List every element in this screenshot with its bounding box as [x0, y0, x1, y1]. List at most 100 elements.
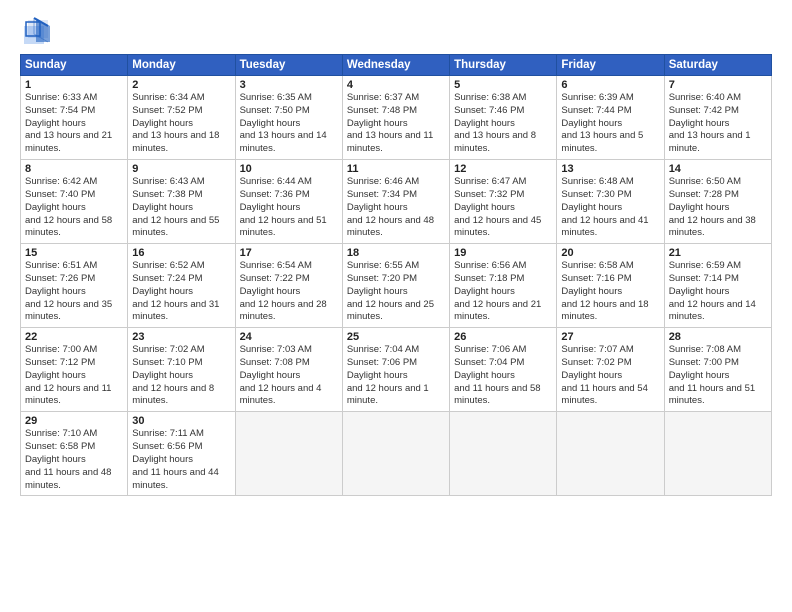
calendar-day: 25 Sunrise: 7:04 AM Sunset: 7:06 PM Dayl…: [342, 328, 449, 412]
day-info: Sunrise: 6:40 AM Sunset: 7:42 PM Dayligh…: [669, 92, 767, 156]
calendar-day: 3 Sunrise: 6:35 AM Sunset: 7:50 PM Dayli…: [235, 76, 342, 160]
day-number: 20: [561, 247, 659, 259]
day-info: Sunrise: 6:35 AM Sunset: 7:50 PM Dayligh…: [240, 92, 338, 156]
day-info: Sunrise: 6:56 AM Sunset: 7:18 PM Dayligh…: [454, 260, 552, 324]
day-number: 13: [561, 163, 659, 175]
calendar-day: 10 Sunrise: 6:44 AM Sunset: 7:36 PM Dayl…: [235, 160, 342, 244]
calendar-week-2: 8 Sunrise: 6:42 AM Sunset: 7:40 PM Dayli…: [21, 160, 772, 244]
calendar-day: 27 Sunrise: 7:07 AM Sunset: 7:02 PM Dayl…: [557, 328, 664, 412]
day-number: 28: [669, 331, 767, 343]
day-info: Sunrise: 7:10 AM Sunset: 6:58 PM Dayligh…: [25, 428, 123, 492]
calendar-day: 23 Sunrise: 7:02 AM Sunset: 7:10 PM Dayl…: [128, 328, 235, 412]
calendar-day: 5 Sunrise: 6:38 AM Sunset: 7:46 PM Dayli…: [450, 76, 557, 160]
day-number: 24: [240, 331, 338, 343]
day-info: Sunrise: 6:43 AM Sunset: 7:38 PM Dayligh…: [132, 176, 230, 240]
calendar-day: 20 Sunrise: 6:58 AM Sunset: 7:16 PM Dayl…: [557, 244, 664, 328]
day-number: 29: [25, 415, 123, 427]
day-number: 26: [454, 331, 552, 343]
calendar-day: 9 Sunrise: 6:43 AM Sunset: 7:38 PM Dayli…: [128, 160, 235, 244]
calendar-day: [664, 412, 771, 496]
day-number: 5: [454, 79, 552, 91]
calendar-day: 21 Sunrise: 6:59 AM Sunset: 7:14 PM Dayl…: [664, 244, 771, 328]
calendar-day: 6 Sunrise: 6:39 AM Sunset: 7:44 PM Dayli…: [557, 76, 664, 160]
calendar-week-3: 15 Sunrise: 6:51 AM Sunset: 7:26 PM Dayl…: [21, 244, 772, 328]
calendar-table: SundayMondayTuesdayWednesdayThursdayFrid…: [20, 54, 772, 496]
day-info: Sunrise: 6:47 AM Sunset: 7:32 PM Dayligh…: [454, 176, 552, 240]
calendar-week-5: 29 Sunrise: 7:10 AM Sunset: 6:58 PM Dayl…: [21, 412, 772, 496]
calendar-day: 16 Sunrise: 6:52 AM Sunset: 7:24 PM Dayl…: [128, 244, 235, 328]
day-info: Sunrise: 6:48 AM Sunset: 7:30 PM Dayligh…: [561, 176, 659, 240]
day-info: Sunrise: 7:03 AM Sunset: 7:08 PM Dayligh…: [240, 344, 338, 408]
day-info: Sunrise: 6:44 AM Sunset: 7:36 PM Dayligh…: [240, 176, 338, 240]
calendar-day: [342, 412, 449, 496]
day-number: 3: [240, 79, 338, 91]
day-info: Sunrise: 6:58 AM Sunset: 7:16 PM Dayligh…: [561, 260, 659, 324]
weekday-header-wednesday: Wednesday: [342, 55, 449, 76]
day-info: Sunrise: 7:08 AM Sunset: 7:00 PM Dayligh…: [669, 344, 767, 408]
calendar-day: 14 Sunrise: 6:50 AM Sunset: 7:28 PM Dayl…: [664, 160, 771, 244]
day-info: Sunrise: 6:46 AM Sunset: 7:34 PM Dayligh…: [347, 176, 445, 240]
calendar-day: 29 Sunrise: 7:10 AM Sunset: 6:58 PM Dayl…: [21, 412, 128, 496]
calendar-day: 18 Sunrise: 6:55 AM Sunset: 7:20 PM Dayl…: [342, 244, 449, 328]
day-number: 2: [132, 79, 230, 91]
calendar-week-4: 22 Sunrise: 7:00 AM Sunset: 7:12 PM Dayl…: [21, 328, 772, 412]
day-number: 10: [240, 163, 338, 175]
day-info: Sunrise: 7:04 AM Sunset: 7:06 PM Dayligh…: [347, 344, 445, 408]
day-info: Sunrise: 7:07 AM Sunset: 7:02 PM Dayligh…: [561, 344, 659, 408]
day-number: 4: [347, 79, 445, 91]
day-info: Sunrise: 7:06 AM Sunset: 7:04 PM Dayligh…: [454, 344, 552, 408]
day-number: 23: [132, 331, 230, 343]
calendar-day: [235, 412, 342, 496]
day-number: 27: [561, 331, 659, 343]
day-info: Sunrise: 6:34 AM Sunset: 7:52 PM Dayligh…: [132, 92, 230, 156]
calendar-day: 28 Sunrise: 7:08 AM Sunset: 7:00 PM Dayl…: [664, 328, 771, 412]
day-info: Sunrise: 7:11 AM Sunset: 6:56 PM Dayligh…: [132, 428, 230, 492]
day-number: 7: [669, 79, 767, 91]
logo: [20, 16, 54, 46]
day-number: 17: [240, 247, 338, 259]
calendar-day: 19 Sunrise: 6:56 AM Sunset: 7:18 PM Dayl…: [450, 244, 557, 328]
calendar-day: 8 Sunrise: 6:42 AM Sunset: 7:40 PM Dayli…: [21, 160, 128, 244]
page: SundayMondayTuesdayWednesdayThursdayFrid…: [0, 0, 792, 612]
weekday-header-row: SundayMondayTuesdayWednesdayThursdayFrid…: [21, 55, 772, 76]
weekday-header-saturday: Saturday: [664, 55, 771, 76]
calendar-day: 24 Sunrise: 7:03 AM Sunset: 7:08 PM Dayl…: [235, 328, 342, 412]
day-info: Sunrise: 6:38 AM Sunset: 7:46 PM Dayligh…: [454, 92, 552, 156]
weekday-header-thursday: Thursday: [450, 55, 557, 76]
day-number: 19: [454, 247, 552, 259]
weekday-header-friday: Friday: [557, 55, 664, 76]
calendar-day: 13 Sunrise: 6:48 AM Sunset: 7:30 PM Dayl…: [557, 160, 664, 244]
day-info: Sunrise: 6:55 AM Sunset: 7:20 PM Dayligh…: [347, 260, 445, 324]
day-number: 22: [25, 331, 123, 343]
day-info: Sunrise: 7:02 AM Sunset: 7:10 PM Dayligh…: [132, 344, 230, 408]
day-number: 18: [347, 247, 445, 259]
weekday-header-monday: Monday: [128, 55, 235, 76]
day-number: 21: [669, 247, 767, 259]
day-info: Sunrise: 6:52 AM Sunset: 7:24 PM Dayligh…: [132, 260, 230, 324]
day-number: 12: [454, 163, 552, 175]
day-number: 16: [132, 247, 230, 259]
calendar-day: 15 Sunrise: 6:51 AM Sunset: 7:26 PM Dayl…: [21, 244, 128, 328]
calendar-day: 2 Sunrise: 6:34 AM Sunset: 7:52 PM Dayli…: [128, 76, 235, 160]
calendar-day: 26 Sunrise: 7:06 AM Sunset: 7:04 PM Dayl…: [450, 328, 557, 412]
day-number: 8: [25, 163, 123, 175]
day-number: 25: [347, 331, 445, 343]
day-number: 30: [132, 415, 230, 427]
calendar-week-1: 1 Sunrise: 6:33 AM Sunset: 7:54 PM Dayli…: [21, 76, 772, 160]
calendar-day: 17 Sunrise: 6:54 AM Sunset: 7:22 PM Dayl…: [235, 244, 342, 328]
calendar-day: [450, 412, 557, 496]
calendar-day: 22 Sunrise: 7:00 AM Sunset: 7:12 PM Dayl…: [21, 328, 128, 412]
calendar-day: 1 Sunrise: 6:33 AM Sunset: 7:54 PM Dayli…: [21, 76, 128, 160]
calendar-day: 7 Sunrise: 6:40 AM Sunset: 7:42 PM Dayli…: [664, 76, 771, 160]
day-number: 1: [25, 79, 123, 91]
calendar-day: 30 Sunrise: 7:11 AM Sunset: 6:56 PM Dayl…: [128, 412, 235, 496]
day-number: 11: [347, 163, 445, 175]
weekday-header-sunday: Sunday: [21, 55, 128, 76]
day-info: Sunrise: 6:37 AM Sunset: 7:48 PM Dayligh…: [347, 92, 445, 156]
day-info: Sunrise: 6:51 AM Sunset: 7:26 PM Dayligh…: [25, 260, 123, 324]
calendar-day: 11 Sunrise: 6:46 AM Sunset: 7:34 PM Dayl…: [342, 160, 449, 244]
header: [20, 16, 772, 46]
day-info: Sunrise: 6:59 AM Sunset: 7:14 PM Dayligh…: [669, 260, 767, 324]
day-number: 15: [25, 247, 123, 259]
calendar-day: [557, 412, 664, 496]
